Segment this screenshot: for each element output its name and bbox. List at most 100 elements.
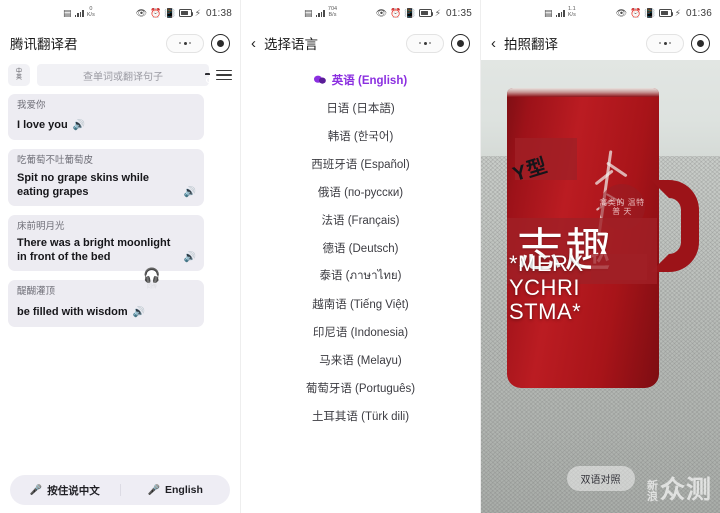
alarm-icon: ⏰ — [630, 7, 642, 18]
bilingual-compare-button[interactable]: 双语对照 — [566, 466, 635, 491]
translation-bubble[interactable]: 我爱你 I love you 🔊 — [8, 94, 204, 141]
nav-bar: ‹ 拍照翻译 — [481, 26, 720, 60]
vibrate-icon: 📳 — [644, 7, 656, 18]
language-option-portuguese[interactable]: 葡萄牙语 (Português) — [241, 374, 480, 402]
speaker-icon[interactable]: 🔊 — [133, 307, 145, 318]
clock: 01:35 — [445, 7, 472, 19]
speak-english-label: English — [165, 484, 203, 496]
speaker-icon[interactable]: 🔊 — [184, 252, 196, 263]
language-option-turkish[interactable]: 土耳其语 (Türk dili) — [241, 402, 480, 430]
language-label: 越南语 (Tiếng Việt) — [312, 299, 409, 311]
language-label: 法语 (Français) — [321, 215, 400, 227]
close-miniapp-icon[interactable] — [691, 33, 710, 53]
bubble-target-text: be filled with wisdom — [17, 305, 128, 318]
network-rate: 704 B/s — [328, 6, 337, 19]
speak-chinese-label: 按住说中文 — [47, 484, 100, 497]
language-list: 英语 (English) 日语 (日本語) 韩语 (한국어) 西班牙语 (Esp… — [241, 60, 480, 430]
speak-chinese-button[interactable]: 🎤 按住说中文 — [10, 483, 120, 498]
language-option-thai[interactable]: 泰语 (ภาษาไทย) — [241, 262, 480, 290]
eye-care-icon: 👁 — [615, 7, 628, 18]
lang-toggle-bottom: 英 — [15, 75, 22, 81]
status-bar: ▤ 0 K/s 👁 ⏰ 📳 ⚡ 01:38 — [0, 0, 240, 26]
close-miniapp-icon[interactable] — [451, 33, 470, 53]
bubble-target-text: There was a bright moonlight in front of… — [17, 237, 171, 264]
nav-right-controls — [406, 33, 470, 53]
nav-right-controls — [646, 33, 710, 53]
clock: 01:36 — [685, 7, 712, 19]
bubble-source-text: 吃葡萄不吐葡萄皮 — [17, 155, 94, 167]
translation-bubble[interactable]: 吃葡萄不吐葡萄皮 Spit no grape skins while eatin… — [8, 149, 204, 206]
speaker-icon[interactable]: 🔊 — [73, 120, 85, 131]
language-label: 英语 (English) — [331, 75, 408, 87]
language-label: 俄语 (по-русски) — [317, 187, 404, 199]
language-label: 德语 (Deutsch) — [322, 243, 399, 255]
vibrate-icon: 📳 — [404, 7, 416, 18]
language-option-malay[interactable]: 马来语 (Melayu) — [241, 346, 480, 374]
mug-handle — [651, 180, 699, 272]
status-bar-right: 👁 ⏰ 📳 ⚡ 01:35 — [376, 8, 472, 19]
status-bar: ▤ 1.1 K/s 👁 ⏰ 📳 ⚡ 01:36 — [481, 0, 720, 26]
language-option-spanish[interactable]: 西班牙语 (Español) — [241, 150, 480, 178]
more-options-capsule[interactable] — [166, 33, 204, 53]
language-option-german[interactable]: 德语 (Deutsch) — [241, 234, 480, 262]
mic-footer: 🎤 按住说中文 🎤 English — [0, 475, 240, 505]
ar-text-en-line2: YCHRI — [509, 274, 580, 300]
ar-text-en-line3: STMA* — [509, 298, 582, 324]
vibrate-icon: 📳 — [164, 7, 176, 18]
sim-card-icon: ▤ — [63, 7, 72, 18]
status-bar-right: 👁 ⏰ 📳 ⚡ 01:36 — [616, 8, 712, 19]
more-options-capsule[interactable] — [646, 33, 684, 53]
status-bar-left: ▤ 0 K/s — [63, 6, 95, 19]
language-label: 土耳其语 (Türk dili) — [311, 411, 410, 423]
charging-icon: ⚡ — [674, 7, 681, 18]
search-row: 中 英 查单词或翻译句子 — [8, 60, 232, 94]
alarm-icon: ⏰ — [150, 7, 162, 18]
back-arrow-icon[interactable]: ‹ — [491, 36, 496, 51]
three-phone-screenshots: ▤ 0 K/s 👁 ⏰ 📳 ⚡ 01:38 腾讯翻译君 中 英 查单词或翻译句子… — [0, 0, 720, 513]
search-input[interactable]: 查单词或翻译句子 — [37, 64, 209, 86]
ar-text-en: *MERX YCHRI STMA* — [509, 252, 584, 323]
search-placeholder: 查单词或翻译句子 — [83, 71, 163, 83]
battery-icon — [178, 9, 194, 17]
language-option-indonesian[interactable]: 印尼语 (Indonesia) — [241, 318, 480, 346]
mug-seal-text: 禽类的 温特普 天 — [599, 197, 645, 216]
speaker-icon[interactable]: 🔊 — [184, 187, 196, 198]
network-rate: 1.1 K/s — [567, 6, 576, 19]
bubble-target-text: Spit no grape skins while eating grapes — [17, 171, 150, 198]
close-miniapp-icon[interactable] — [211, 33, 230, 53]
ar-text-en-line1: *MERX — [509, 251, 584, 276]
signal-bars-icon — [315, 9, 325, 17]
language-option-russian[interactable]: 俄语 (по-русски) — [241, 178, 480, 206]
headset-label: 同传 — [146, 284, 157, 290]
more-options-capsule[interactable] — [406, 33, 444, 53]
nav-right-controls — [166, 33, 230, 53]
charging-icon: ⚡ — [434, 7, 441, 18]
page-title: 选择语言 — [264, 37, 318, 52]
translate-home-body: 中 英 查单词或翻译句子 我爱你 I love you 🔊 吃葡萄不吐葡萄皮 Sp… — [0, 60, 240, 327]
battery-icon — [658, 9, 674, 17]
back-arrow-icon[interactable]: ‹ — [251, 36, 256, 51]
language-option-japanese[interactable]: 日语 (日本語) — [241, 94, 480, 122]
microphone-icon: 🎤 — [147, 484, 161, 496]
language-option-vietnamese[interactable]: 越南语 (Tiếng Việt) — [241, 290, 480, 318]
language-label: 泰语 (ภาษาไทย) — [319, 270, 402, 282]
language-option-english[interactable]: 英语 (English) — [241, 66, 480, 94]
simultaneous-interpretation-button[interactable]: 🎧 同传 — [139, 268, 165, 290]
network-rate-unit: K/s — [567, 12, 576, 18]
camera-preview[interactable]: 禽类的 温特普 天 Y型 志趣 *MERX YCHRI STMA* 双语对照 新… — [481, 60, 720, 513]
mug-photo: 禽类的 温特普 天 Y型 志趣 *MERX YCHRI STMA* — [481, 60, 720, 513]
menu-icon[interactable] — [216, 69, 232, 81]
language-option-french[interactable]: 法语 (Français) — [241, 206, 480, 234]
translation-bubble[interactable]: 床前明月光 There was a bright moonlight in fr… — [8, 214, 204, 272]
language-pair-toggle[interactable]: 中 英 — [8, 64, 30, 86]
page-title: 腾讯翻译君 — [10, 37, 78, 52]
language-option-korean[interactable]: 韩语 (한국어) — [241, 122, 480, 150]
bubble-source-text: 我爱你 — [17, 100, 46, 111]
speech-bubble-icon — [313, 75, 326, 85]
mic-button-bar: 🎤 按住说中文 🎤 English — [10, 475, 230, 505]
language-label: 葡萄牙语 (Português) — [305, 383, 416, 395]
charging-icon: ⚡ — [194, 7, 201, 18]
speak-english-button[interactable]: 🎤 English — [119, 484, 231, 496]
translation-bubble[interactable]: 醍醐灌顶 be filled with wisdom 🔊 — [8, 280, 204, 327]
nav-bar: 腾讯翻译君 — [0, 26, 240, 60]
